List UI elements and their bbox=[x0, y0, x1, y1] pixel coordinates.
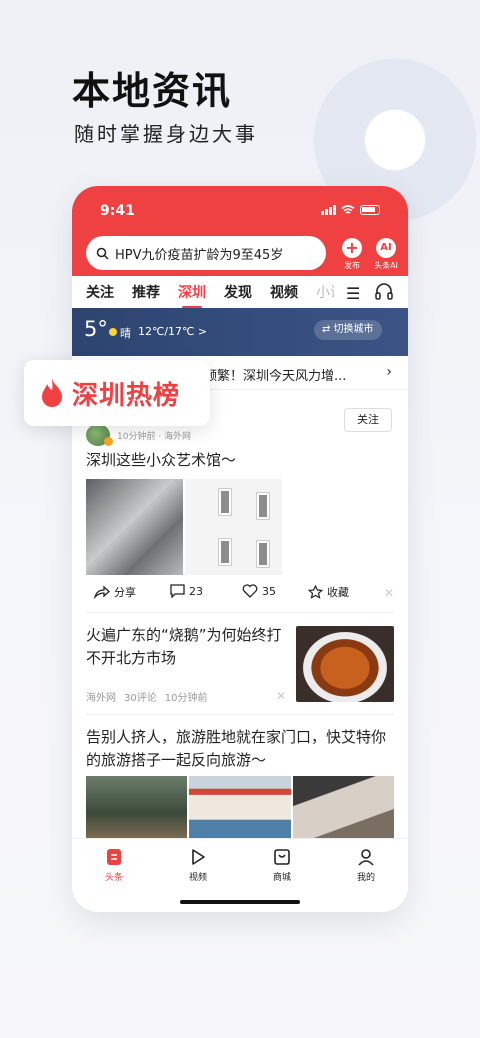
news-image-storefront[interactable] bbox=[189, 776, 291, 838]
news-title[interactable]: 火遍广东的“烧鹅”为何始终打不开北方市场 bbox=[86, 624, 282, 670]
menu-icon[interactable]: ☰ bbox=[346, 284, 360, 303]
headline-icon bbox=[104, 847, 124, 867]
news-time: 10分钟前 bbox=[164, 693, 208, 704]
play-icon bbox=[188, 847, 208, 867]
shop-icon bbox=[272, 847, 292, 867]
tab-video[interactable]: 视频 bbox=[270, 282, 298, 302]
news-meta: 海外网 30评论 10分钟前 bbox=[86, 689, 207, 704]
collect-button[interactable]: 收藏 bbox=[308, 584, 349, 600]
headphones-icon[interactable] bbox=[374, 282, 394, 300]
user-icon bbox=[356, 847, 376, 867]
status-time: 9:41 bbox=[100, 203, 135, 219]
collect-label: 收藏 bbox=[327, 586, 349, 599]
weather-range: 12℃/17℃ > bbox=[138, 325, 208, 338]
comment-icon bbox=[170, 584, 185, 598]
search-query: HPV九价疫苗扩龄为9至45岁 bbox=[115, 247, 284, 263]
ai-label: 头条AI bbox=[374, 261, 398, 270]
hero-title: 本地资讯 bbox=[72, 69, 233, 113]
nav-label: 视频 bbox=[188, 873, 207, 883]
ai-icon: AI bbox=[376, 238, 396, 258]
flame-icon bbox=[42, 378, 62, 407]
comment-button[interactable]: 23 bbox=[170, 584, 203, 598]
news-images[interactable] bbox=[86, 776, 394, 838]
post-actions: 分享 23 35 收藏 ✕ bbox=[86, 584, 396, 604]
nav-profile[interactable]: 我的 bbox=[324, 839, 408, 894]
close-icon[interactable]: ✕ bbox=[384, 586, 394, 600]
post-image-building[interactable] bbox=[185, 479, 282, 575]
like-count: 35 bbox=[262, 584, 276, 598]
tab-shenzhen[interactable]: 深圳 bbox=[178, 282, 206, 308]
like-button[interactable]: 35 bbox=[242, 584, 276, 598]
nav-label: 我的 bbox=[356, 873, 375, 883]
share-icon bbox=[94, 585, 110, 599]
ai-button[interactable]: AI 头条AI bbox=[369, 238, 403, 271]
search-bar[interactable]: HPV九价疫苗扩龄为9至45岁 bbox=[86, 236, 326, 270]
comment-count: 23 bbox=[189, 584, 203, 598]
nav-label: 头条 bbox=[104, 873, 123, 883]
news-comments: 30评论 bbox=[124, 693, 157, 704]
post-images[interactable] bbox=[86, 479, 282, 575]
post-meta: 10分钟前 · 海外网 bbox=[86, 424, 191, 446]
post-title[interactable]: 深圳这些小众艺术馆～ bbox=[86, 449, 236, 470]
divider bbox=[86, 714, 394, 715]
news-image-building[interactable] bbox=[292, 776, 394, 838]
wifi-icon bbox=[341, 205, 355, 214]
nav-mall[interactable]: 商城 bbox=[240, 839, 324, 894]
status-icons bbox=[321, 205, 380, 215]
news-source: 海外网 bbox=[86, 693, 116, 704]
plus-icon: + bbox=[342, 238, 362, 258]
hot-list-badge[interactable]: 深圳热榜 bbox=[24, 360, 210, 426]
sun-icon bbox=[109, 328, 117, 336]
chevron-right-icon: › bbox=[386, 364, 392, 380]
home-indicator bbox=[180, 900, 300, 904]
signal-icon bbox=[321, 205, 336, 215]
battery-icon bbox=[360, 205, 380, 215]
star-icon bbox=[308, 585, 323, 599]
search-icon bbox=[96, 247, 109, 260]
follow-button[interactable]: 关注 bbox=[344, 408, 392, 432]
post-image-sculpture[interactable] bbox=[86, 479, 183, 575]
nav-label: 商城 bbox=[272, 873, 291, 883]
post-meta-text: 10分钟前 · 海外网 bbox=[117, 431, 192, 442]
weather-desc: 晴 bbox=[120, 327, 131, 340]
verified-badge-icon bbox=[104, 436, 113, 446]
weather-bar[interactable]: 5° 晴 12℃/17℃ > ⇄ 切换城市 bbox=[72, 308, 408, 356]
news-title[interactable]: 告别人挤人，旅游胜地就在家门口，快艾特你的旅游搭子一起反向旅游～ bbox=[86, 726, 396, 772]
share-label: 分享 bbox=[114, 586, 136, 599]
hot-news-text: 频繁！深圳今天风力增... bbox=[204, 369, 347, 384]
nav-video[interactable]: 视频 bbox=[156, 839, 240, 894]
hot-list-label: 深圳热榜 bbox=[72, 380, 181, 411]
close-icon[interactable]: ✕ bbox=[276, 689, 286, 703]
weather-temp: 5° bbox=[84, 317, 108, 341]
news-thumbnail-roast-goose[interactable] bbox=[296, 626, 394, 702]
switch-city-button[interactable]: ⇄ 切换城市 bbox=[314, 320, 382, 340]
divider bbox=[86, 612, 394, 613]
phone-mockup: 9:41 HPV九价疫苗扩龄为9至45岁 + 发布 AI 头条AI 关注 推荐 … bbox=[72, 186, 408, 912]
tab-discover[interactable]: 发现 bbox=[224, 282, 252, 302]
news-image-forest[interactable] bbox=[86, 776, 188, 838]
share-button[interactable]: 分享 bbox=[94, 584, 136, 600]
tab-recommend[interactable]: 推荐 bbox=[132, 282, 160, 302]
publish-label: 发布 bbox=[344, 261, 360, 270]
tab-novel[interactable]: 小说 bbox=[316, 282, 334, 302]
app-header: 9:41 HPV九价疫苗扩龄为9至45岁 + 发布 AI 头条AI bbox=[72, 186, 408, 276]
heart-icon bbox=[242, 584, 258, 598]
nav-headline[interactable]: 头条 bbox=[72, 839, 156, 894]
bottom-nav: 头条 视频 商城 我的 bbox=[72, 838, 408, 894]
publish-button[interactable]: + 发布 bbox=[338, 238, 366, 271]
hero-subtitle: 随时掌握身边大事 bbox=[74, 122, 258, 146]
tab-follow[interactable]: 关注 bbox=[86, 282, 114, 302]
